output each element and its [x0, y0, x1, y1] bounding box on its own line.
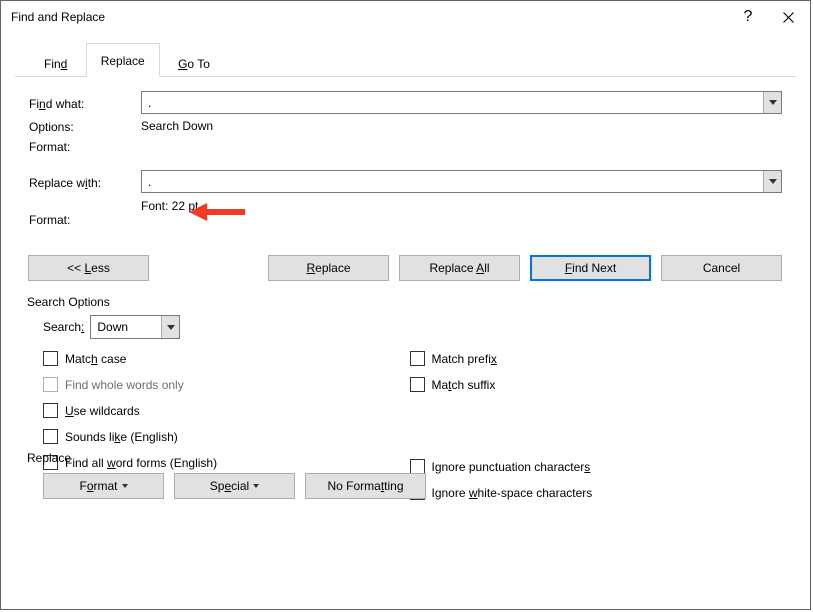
find-replace-dialog: Find and Replace ? FindFind Replace Go T… — [0, 0, 811, 610]
checkbox-icon — [43, 403, 58, 418]
tab-replace[interactable]: Replace — [86, 43, 160, 77]
chevron-down-icon — [167, 325, 175, 330]
tab-goto[interactable]: Go To — [163, 49, 225, 77]
search-options-title: Search Options — [27, 295, 782, 309]
checkbox-icon — [410, 351, 425, 366]
replace-all-button[interactable]: Replace All — [399, 255, 520, 281]
find-what-combo[interactable] — [141, 91, 782, 114]
tab-strip: FindFind Replace Go To — [29, 43, 794, 79]
tab-find[interactable]: FindFind — [29, 49, 82, 77]
use-wildcards-checkbox[interactable]: Use wildcards — [43, 403, 406, 418]
search-direction-select[interactable]: Down — [90, 315, 180, 339]
dialog-body: Find what: Options: Search Down Format: … — [15, 76, 796, 511]
less-button[interactable]: << Less — [28, 255, 149, 281]
chevron-down-icon — [122, 484, 128, 488]
checkbox-icon — [43, 377, 58, 392]
close-icon — [783, 12, 794, 23]
replace-with-input[interactable] — [142, 171, 763, 192]
match-suffix-checkbox[interactable]: Match suffix — [410, 377, 773, 392]
match-prefix-checkbox[interactable]: Match prefix — [410, 351, 773, 366]
find-what-label: Find what: — [29, 95, 141, 111]
cancel-button[interactable]: Cancel — [661, 255, 782, 281]
options-label: Options: — [29, 118, 141, 134]
dialog-title: Find and Replace — [11, 10, 730, 24]
chevron-down-icon — [769, 179, 777, 184]
replace-format-label: Format: — [29, 197, 141, 227]
replace-with-combo[interactable] — [141, 170, 782, 193]
find-what-dropdown[interactable] — [763, 92, 781, 113]
no-formatting-button[interactable]: No Formatting — [305, 473, 426, 499]
search-direction-value: Down — [91, 320, 161, 334]
replace-group-title: Replace — [27, 451, 782, 465]
checkbox-icon — [410, 377, 425, 392]
search-direction-label: Search: — [43, 320, 84, 334]
chevron-down-icon — [253, 484, 259, 488]
close-button[interactable] — [766, 2, 810, 32]
chevron-down-icon — [769, 100, 777, 105]
special-button[interactable]: Special — [174, 473, 295, 499]
whole-words-checkbox: Find whole words only — [43, 377, 406, 392]
find-format-label: Format: — [29, 138, 141, 154]
replace-with-label: Replace with: — [29, 174, 141, 190]
search-direction-dropdown[interactable] — [161, 316, 179, 338]
help-button[interactable]: ? — [730, 2, 766, 32]
options-value: Search Down — [141, 119, 213, 133]
find-what-input[interactable] — [142, 92, 763, 113]
format-button[interactable]: Format — [43, 473, 164, 499]
main-button-row: << Less Replace Replace All Find Next Ca… — [28, 255, 782, 281]
replace-format-value: Font: 22 pt — [141, 197, 198, 213]
find-next-button[interactable]: Find Next — [530, 255, 651, 281]
checkbox-icon — [43, 351, 58, 366]
replace-with-dropdown[interactable] — [763, 171, 781, 192]
replace-button[interactable]: Replace — [268, 255, 389, 281]
titlebar: Find and Replace ? — [1, 1, 810, 33]
match-case-checkbox[interactable]: Match case — [43, 351, 406, 366]
